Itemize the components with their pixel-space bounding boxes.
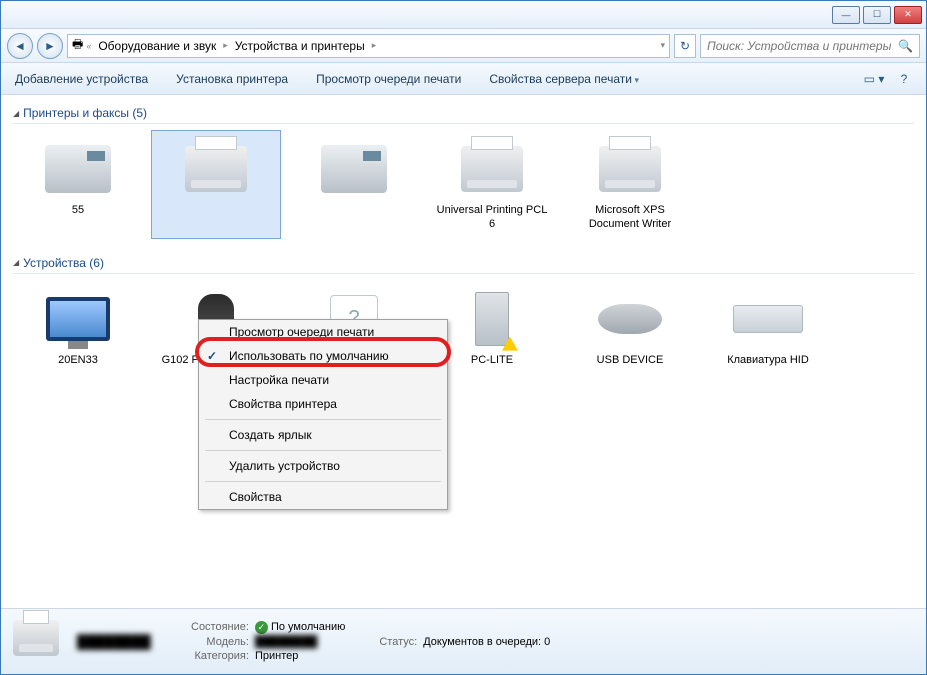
close-button[interactable]: ✕ xyxy=(894,6,922,24)
item-label: USB DEVICE xyxy=(597,353,664,367)
details-state-value: ✓По умолчанию xyxy=(255,621,345,634)
device-item[interactable]: Клавиатура HID xyxy=(703,280,833,389)
help-button[interactable]: ? xyxy=(892,69,916,89)
details-category-value: Принтер xyxy=(255,650,345,662)
menu-create-shortcut[interactable]: Создать ярлык xyxy=(199,423,447,447)
printer-item-selected[interactable] xyxy=(151,130,281,239)
menu-set-default[interactable]: Использовать по умолчанию xyxy=(199,344,447,368)
maximize-button[interactable]: ☐ xyxy=(863,6,891,24)
item-label: PC-LITE xyxy=(471,353,513,367)
details-thumbnail xyxy=(13,620,63,664)
details-device-name: ████████ xyxy=(77,634,177,649)
menu-remove-device[interactable]: Удалить устройство xyxy=(199,454,447,478)
menu-print-settings[interactable]: Настройка печати xyxy=(199,368,447,392)
details-state-label: Состояние: xyxy=(191,621,249,634)
item-label: Microsoft XPS Document Writer xyxy=(572,203,688,232)
add-device-button[interactable]: Добавление устройства xyxy=(11,69,152,89)
group-header-printers[interactable]: ◢ Принтеры и факсы (5) xyxy=(13,103,914,124)
chevron-right-icon: ▸ xyxy=(223,40,228,51)
back-button[interactable]: ◄ xyxy=(7,33,33,59)
collapse-icon: ◢ xyxy=(13,109,19,118)
forward-button[interactable]: ► xyxy=(37,33,63,59)
item-label: 55 xyxy=(72,203,84,217)
details-pane: ████████ Состояние: ✓По умолчанию Модель… xyxy=(1,608,926,674)
ok-icon: ✓ xyxy=(255,621,268,634)
printer-item[interactable] xyxy=(289,130,419,239)
item-label: Universal Printing PCL 6 xyxy=(434,203,550,232)
breadcrumb-item-devices[interactable]: Устройства и принтеры xyxy=(231,37,369,55)
printer-item[interactable]: 55 xyxy=(13,130,143,239)
titlebar: — ☐ ✕ xyxy=(1,1,926,29)
details-status-value: Документов в очереди: 0 xyxy=(423,636,550,648)
item-label: 20EN33 xyxy=(58,353,98,367)
printer-icon xyxy=(13,620,59,656)
device-item[interactable]: USB DEVICE xyxy=(565,280,695,389)
context-menu: Просмотр очереди печати Использовать по … xyxy=(198,319,448,510)
search-box[interactable]: 🔍 xyxy=(700,34,920,58)
content-area: ◢ Принтеры и факсы (5) 55 Uni xyxy=(1,95,926,608)
fax-icon xyxy=(321,145,387,193)
details-model-value: ████████ xyxy=(255,636,345,648)
details-model-label: Модель: xyxy=(191,636,249,648)
breadcrumb-prefix: « xyxy=(86,41,91,51)
menu-separator xyxy=(205,481,441,482)
view-options-button[interactable]: ▭ ▾ xyxy=(862,69,886,89)
view-queue-button[interactable]: Просмотр очереди печати xyxy=(312,69,465,89)
usb-device-icon xyxy=(598,304,662,334)
refresh-button[interactable]: ↻ xyxy=(674,34,696,58)
search-icon[interactable]: 🔍 xyxy=(898,39,913,53)
fax-icon xyxy=(45,145,111,193)
chevron-right-icon: ▸ xyxy=(372,40,377,51)
collapse-icon: ◢ xyxy=(13,258,19,267)
add-printer-button[interactable]: Установка принтера xyxy=(172,69,292,89)
keyboard-icon xyxy=(733,305,803,333)
nav-bar: ◄ ► 🖶 « Оборудование и звук ▸ Устройства… xyxy=(1,29,926,63)
details-status-label: Статус: xyxy=(379,636,417,648)
breadcrumb[interactable]: 🖶 « Оборудование и звук ▸ Устройства и п… xyxy=(67,34,670,58)
group-header-devices[interactable]: ◢ Устройства (6) xyxy=(13,253,914,274)
group-title: Устройства (6) xyxy=(23,256,104,270)
printer-item[interactable]: Microsoft XPS Document Writer xyxy=(565,130,695,239)
menu-view-queue[interactable]: Просмотр очереди печати xyxy=(199,320,447,344)
devices-icon: 🖶 xyxy=(72,35,83,56)
menu-separator xyxy=(205,419,441,420)
minimize-button[interactable]: — xyxy=(832,6,860,24)
device-item[interactable]: 20EN33 xyxy=(13,280,143,389)
group-title: Принтеры и факсы (5) xyxy=(23,106,147,120)
menu-separator xyxy=(205,450,441,451)
details-category-label: Категория: xyxy=(191,650,249,662)
printer-item[interactable]: Universal Printing PCL 6 xyxy=(427,130,557,239)
breadcrumb-item-hardware[interactable]: Оборудование и звук xyxy=(94,37,220,55)
monitor-icon xyxy=(46,297,110,341)
server-props-button[interactable]: Свойства сервера печати xyxy=(485,69,643,89)
explorer-window: — ☐ ✕ ◄ ► 🖶 « Оборудование и звук ▸ Устр… xyxy=(0,0,927,675)
search-input[interactable] xyxy=(707,39,898,53)
printer-icon xyxy=(599,146,661,192)
printer-icon xyxy=(185,146,247,192)
toolbar: Добавление устройства Установка принтера… xyxy=(1,63,926,95)
pc-tower-icon xyxy=(475,292,509,346)
group-devices: ◢ Устройства (6) 20EN33 G102 Prodigy Gam… xyxy=(13,253,914,389)
chevron-down-icon[interactable]: ▾ xyxy=(660,40,665,51)
printer-icon xyxy=(461,146,523,192)
group-printers: ◢ Принтеры и факсы (5) 55 Uni xyxy=(13,103,914,239)
menu-properties[interactable]: Свойства xyxy=(199,485,447,509)
item-label: Клавиатура HID xyxy=(727,353,809,367)
menu-printer-props[interactable]: Свойства принтера xyxy=(199,392,447,416)
